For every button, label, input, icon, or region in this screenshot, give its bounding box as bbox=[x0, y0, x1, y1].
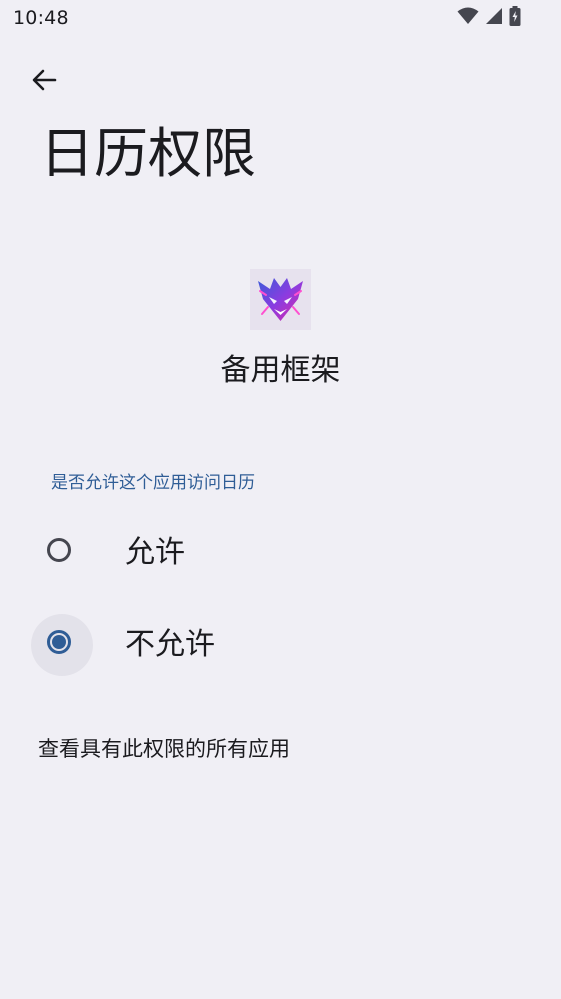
radio-button-deny[interactable] bbox=[47, 630, 71, 654]
cellular-signal-icon bbox=[485, 7, 503, 29]
back-button[interactable] bbox=[22, 60, 66, 104]
app-name: 备用框架 bbox=[220, 353, 341, 388]
radio-label-allow: 允许 bbox=[125, 535, 185, 570]
battery-charging-icon bbox=[509, 6, 521, 30]
radio-option-deny[interactable]: 不允许 bbox=[0, 603, 561, 687]
radio-selected-dot bbox=[52, 635, 66, 649]
status-icons bbox=[457, 6, 521, 30]
app-logo-icon bbox=[250, 269, 311, 330]
radio-label-deny: 不允许 bbox=[125, 627, 215, 662]
radio-option-allow[interactable]: 允许 bbox=[0, 511, 561, 595]
radio-button-allow[interactable] bbox=[47, 538, 71, 562]
all-apps-link[interactable]: 查看具有此权限的所有应用 bbox=[38, 734, 290, 764]
wifi-icon bbox=[457, 7, 479, 29]
status-bar: 10:48 bbox=[0, 0, 561, 38]
arrow-back-icon bbox=[30, 66, 58, 98]
permission-question: 是否允许这个应用访问日历 bbox=[51, 473, 255, 493]
page-title: 日历权限 bbox=[40, 122, 256, 185]
status-time: 10:48 bbox=[13, 7, 69, 29]
